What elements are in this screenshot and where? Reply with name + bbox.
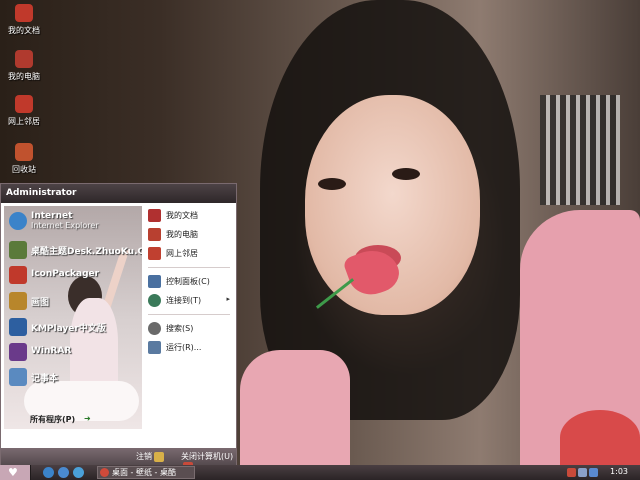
pinned-zhuoku-theme[interactable]: 桌酷主题Desk.ZhuoKu.Com — [7, 239, 142, 261]
search-icon — [148, 322, 161, 335]
pinned-label: 桌酷主题Desk.ZhuoKu.Com — [31, 247, 142, 257]
taskbar-window-button[interactable]: 桌面 - 壁纸 - 桌酷 — [97, 466, 195, 479]
my-computer-icon — [148, 228, 161, 241]
pinned-iconpackager[interactable]: IconPackager — [7, 264, 127, 286]
menu-separator — [148, 267, 230, 268]
heart-icon: ♥ — [8, 466, 18, 479]
wallpaper-eye-left — [318, 178, 346, 190]
pinned-paint[interactable]: 画图 — [7, 290, 127, 312]
iconpackager-icon — [9, 266, 27, 284]
logoff-label: 注销 — [136, 452, 152, 461]
network-tray-icon[interactable] — [589, 468, 598, 477]
places-label: 连接到(T) — [166, 296, 202, 305]
pinned-winrar[interactable]: WinRAR — [7, 341, 127, 363]
places-label: 控制面板(C) — [166, 277, 210, 286]
quicklaunch-ie-icon[interactable] — [43, 467, 54, 478]
quicklaunch-media-icon[interactable] — [73, 467, 84, 478]
start-menu-places-panel: 我的文档 我的电脑 网上邻居 控制面板(C) 连接到(T) ▸ 搜索(S) 运行… — [144, 206, 234, 357]
logoff-button[interactable]: 注销 — [136, 451, 164, 462]
clock[interactable]: 1:03 — [610, 467, 628, 476]
system-tray: 1:03 — [565, 465, 640, 480]
quicklaunch-desktop-icon[interactable] — [58, 467, 69, 478]
desktop-icon-my-documents[interactable]: 我的文档 — [2, 4, 46, 36]
my-computer-icon — [15, 50, 33, 68]
pinned-label: 记事本 — [31, 374, 59, 384]
pinned-label: 画图 — [31, 298, 50, 308]
start-menu: Administrator Internet Internet Explorer… — [0, 183, 237, 472]
kmplayer-icon — [9, 318, 27, 336]
desktop-icon-my-computer[interactable]: 我的电脑 — [2, 50, 46, 82]
my-documents-icon — [148, 209, 161, 222]
network-icon — [148, 247, 161, 260]
run-icon — [148, 341, 161, 354]
places-network[interactable]: 网上邻居 — [144, 244, 234, 263]
desktop-icon-label: 我的文档 — [8, 26, 40, 35]
places-connect-to[interactable]: 连接到(T) ▸ — [144, 291, 234, 310]
pinned-label: WinRAR — [31, 346, 72, 356]
places-my-computer[interactable]: 我的电脑 — [144, 225, 234, 244]
places-label: 搜索(S) — [166, 324, 194, 333]
start-menu-pinned-panel: Internet Internet Explorer 桌酷主题Desk.Zhuo… — [4, 206, 142, 429]
taskbar-window-title: 桌面 - 壁纸 - 桌酷 — [112, 468, 176, 477]
pinned-kmplayer[interactable]: KMPlayer中文版 — [7, 316, 127, 338]
winrar-icon — [9, 343, 27, 361]
tray-app-icon[interactable] — [567, 468, 576, 477]
start-menu-user-name: Administrator — [1, 184, 236, 203]
pinned-sublabel: Internet Explorer — [31, 221, 99, 230]
places-label: 我的文档 — [166, 211, 198, 220]
submenu-arrow-icon: ▸ — [226, 295, 230, 303]
paint-icon — [9, 292, 27, 310]
menu-separator — [148, 314, 230, 315]
wallpaper-sweater-left — [240, 350, 350, 465]
internet-explorer-icon — [9, 212, 27, 230]
desktop-icon-network[interactable]: 网上邻居 — [2, 95, 46, 127]
wallpaper-eye-right — [392, 168, 420, 180]
browser-icon — [100, 468, 109, 477]
logoff-icon — [154, 451, 164, 462]
places-label: 运行(R)... — [166, 343, 202, 352]
places-run[interactable]: 运行(R)... — [144, 338, 234, 357]
places-search[interactable]: 搜索(S) — [144, 319, 234, 338]
taskbar: ♥ 桌面 - 壁纸 - 桌酷 1:03 — [0, 465, 640, 480]
desktop-icon-recycle-bin[interactable]: 回收站 — [2, 143, 46, 175]
places-label: 网上邻居 — [166, 249, 198, 258]
my-documents-icon — [15, 4, 33, 22]
desktop-icon-label: 回收站 — [12, 165, 36, 174]
start-button[interactable]: ♥ — [0, 465, 31, 480]
notepad-icon — [9, 368, 27, 386]
places-my-documents[interactable]: 我的文档 — [144, 206, 234, 225]
wallpaper-watermelon-slice — [560, 410, 640, 465]
all-programs-arrow-icon: ➜ — [84, 414, 91, 423]
all-programs-button[interactable]: 所有程序(P) — [30, 414, 75, 425]
connect-to-icon — [148, 294, 161, 307]
pinned-notepad[interactable]: 记事本 — [7, 366, 127, 388]
wallpaper-stripes — [540, 95, 620, 205]
desktop-icon-label: 我的电脑 — [8, 72, 40, 81]
places-control-panel[interactable]: 控制面板(C) — [144, 272, 234, 291]
control-panel-icon — [148, 275, 161, 288]
desktop-icon-label: 网上邻居 — [8, 117, 40, 126]
network-icon — [15, 95, 33, 113]
recycle-bin-icon — [15, 143, 33, 161]
places-label: 我的电脑 — [166, 230, 198, 239]
pinned-label: KMPlayer中文版 — [31, 324, 106, 334]
shutdown-label: 关闭计算机(U) — [181, 452, 234, 461]
volume-icon[interactable] — [578, 468, 587, 477]
zhuoku-theme-icon — [9, 241, 27, 259]
pinned-label: Internet — [31, 211, 73, 221]
pinned-internet[interactable]: Internet Internet Explorer — [7, 210, 127, 236]
start-menu-footer: 注销 关闭计算机(U) — [1, 448, 236, 472]
pinned-label: IconPackager — [31, 269, 100, 279]
